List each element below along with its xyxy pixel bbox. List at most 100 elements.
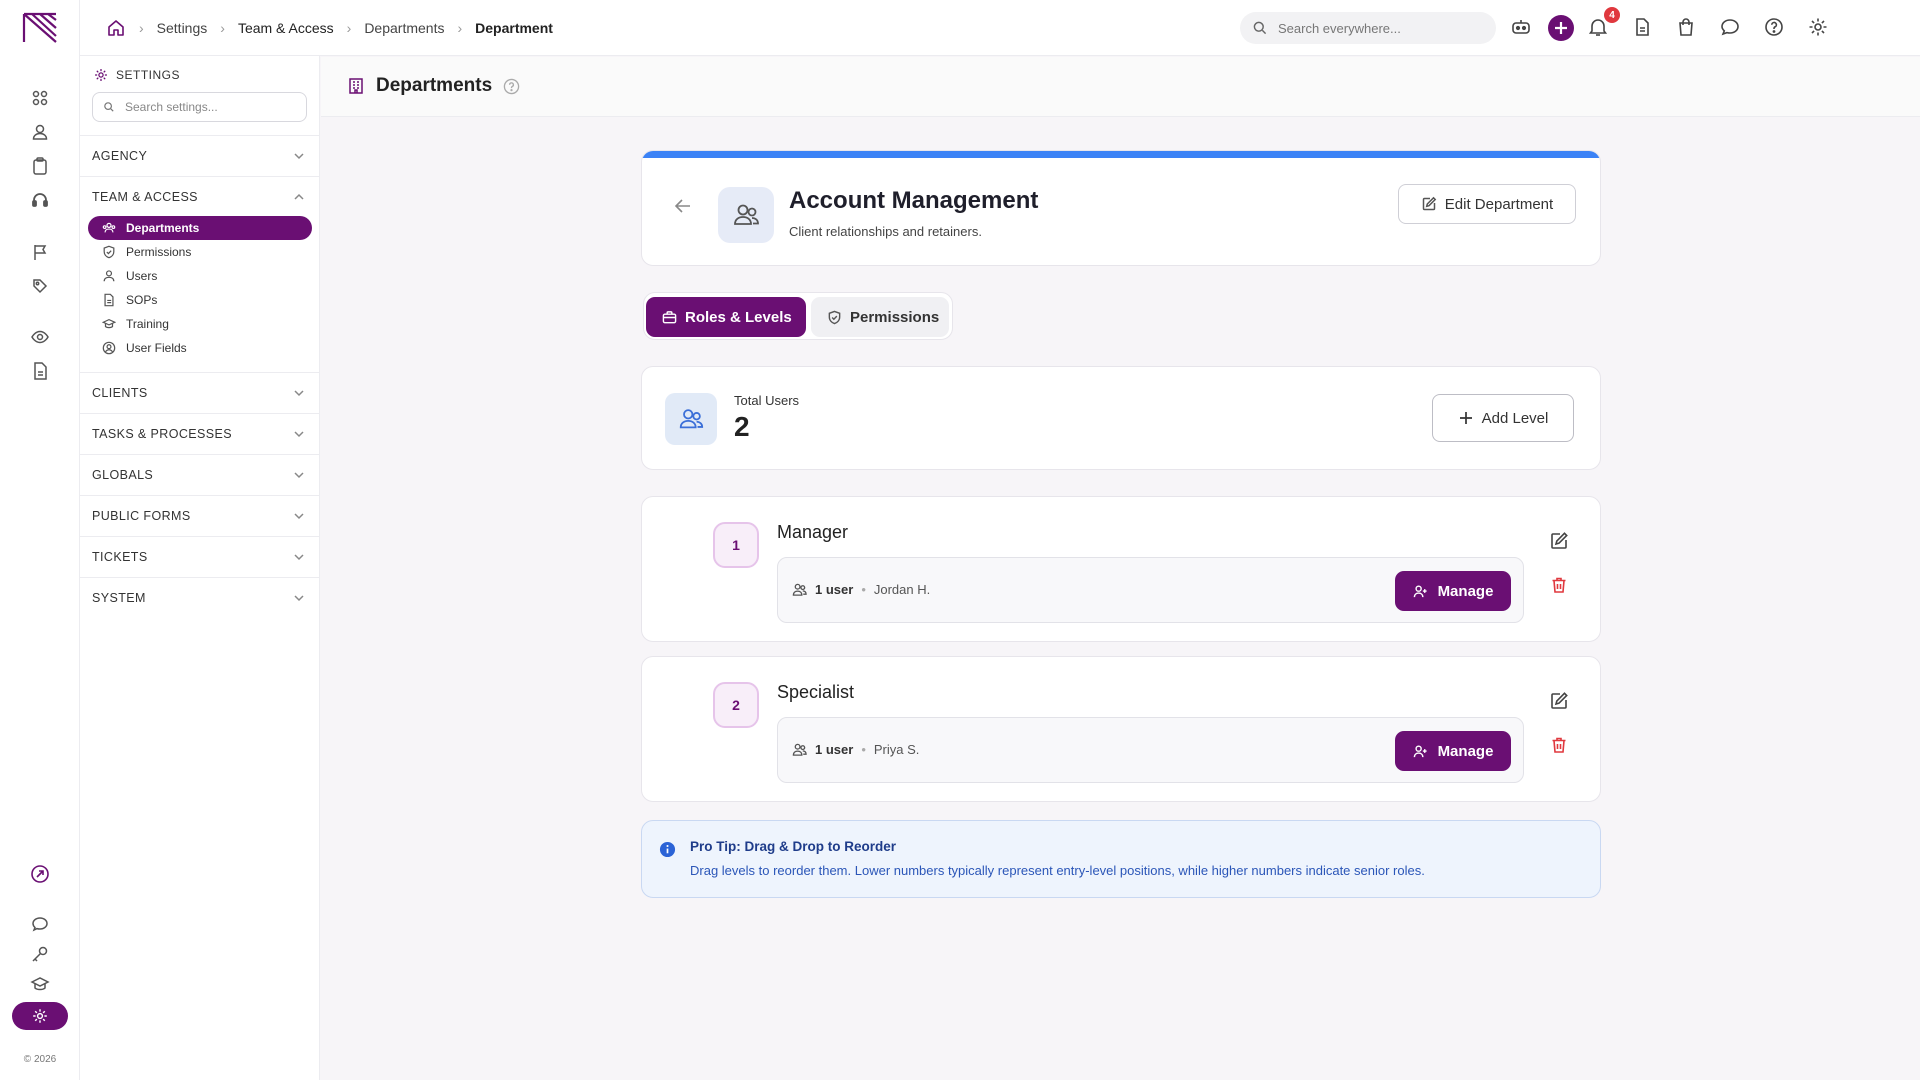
section-system[interactable]: SYSTEM <box>80 577 320 617</box>
users-icon <box>792 583 807 596</box>
settings-rail-button[interactable] <box>12 1002 68 1030</box>
users-icon <box>734 204 759 225</box>
breadcrumb-departments[interactable]: Departments <box>364 20 444 36</box>
breadcrumb: › Settings › Team & Access › Departments… <box>106 0 553 56</box>
total-users-value: 2 <box>734 411 750 442</box>
key-icon[interactable] <box>30 944 50 964</box>
section-label: TEAM & ACCESS <box>92 189 198 204</box>
flag-icon[interactable] <box>30 242 50 262</box>
section-team-access[interactable]: TEAM & ACCESS <box>80 176 320 216</box>
dashboard-icon[interactable] <box>30 88 50 108</box>
level-card[interactable]: 2 Specialist 1 user • Priya S. Manage <box>641 656 1601 802</box>
department-avatar <box>718 187 774 243</box>
edit-icon[interactable] <box>1549 531 1569 551</box>
add-level-label: Add Level <box>1481 409 1549 427</box>
copyright: © 2026 <box>23 1054 57 1065</box>
graduation-cap-icon <box>102 318 116 329</box>
home-icon[interactable] <box>106 18 126 38</box>
sidebar-item-users[interactable]: Users <box>88 264 312 288</box>
manage-label: Manage <box>1437 582 1494 600</box>
section-label: GLOBALS <box>92 467 154 482</box>
gear-icon <box>95 69 107 81</box>
sidebar-item-user-fields[interactable]: User Fields <box>88 336 312 360</box>
rocket-icon[interactable] <box>30 864 50 884</box>
chevron-right-icon: › <box>139 20 144 36</box>
level-name: Specialist <box>777 682 855 702</box>
chevron-down-icon <box>294 153 304 160</box>
settings-search-input[interactable]: Search settings... <box>92 92 307 122</box>
sidebar-item-departments[interactable]: Departments <box>88 216 312 240</box>
file-icon[interactable] <box>1631 16 1653 38</box>
pro-tip-body: Drag levels to reorder them. Lower numbe… <box>690 863 1425 878</box>
headset-icon[interactable] <box>30 190 50 210</box>
users-icon <box>679 409 704 429</box>
trash-icon[interactable] <box>1549 735 1569 755</box>
tab-permissions[interactable]: Permissions <box>811 297 949 337</box>
graduation-icon[interactable] <box>30 974 50 994</box>
sidebar-item-training[interactable]: Training <box>88 312 312 336</box>
notification-badge: 4 <box>1604 7 1620 23</box>
tab-roles-levels[interactable]: Roles & Levels <box>646 297 806 337</box>
chevron-up-icon <box>294 193 304 200</box>
breadcrumb-team-access[interactable]: Team & Access <box>238 20 334 36</box>
shopping-bag-icon[interactable] <box>1675 16 1697 38</box>
level-card[interactable]: 1 Manager 1 user • Jordan H. Manage <box>641 496 1601 642</box>
plus-icon <box>1459 412 1472 424</box>
chevron-right-icon: › <box>220 20 225 36</box>
manage-users-button[interactable]: Manage <box>1395 571 1511 611</box>
search-icon <box>104 102 114 112</box>
chevron-down-icon <box>294 390 304 397</box>
section-tasks-processes[interactable]: TASKS & PROCESSES <box>80 413 320 453</box>
section-globals[interactable]: GLOBALS <box>80 454 320 494</box>
global-search-input[interactable]: Search everywhere... <box>1240 12 1496 44</box>
edit-department-button[interactable]: Edit Department <box>1398 184 1576 224</box>
section-clients[interactable]: CLIENTS <box>80 372 320 412</box>
sidebar-item-label: Departments <box>126 221 200 235</box>
user-icon[interactable] <box>30 122 50 142</box>
sidebar-item-sops[interactable]: SOPs <box>88 288 312 312</box>
pro-tip-title: Pro Tip: Drag & Drop to Reorder <box>690 839 897 854</box>
settings-icon[interactable] <box>1807 16 1829 38</box>
section-label: CLIENTS <box>92 385 148 400</box>
section-label: AGENCY <box>92 148 148 163</box>
app-logo[interactable] <box>22 12 58 44</box>
level-name: Manager <box>777 522 849 542</box>
tags-icon[interactable] <box>30 276 50 296</box>
edit-icon[interactable] <box>1549 691 1569 711</box>
search-placeholder: Search everywhere... <box>1278 20 1401 36</box>
help-icon[interactable] <box>1763 16 1785 38</box>
breadcrumb-settings[interactable]: Settings <box>157 20 208 36</box>
chevron-right-icon: › <box>346 20 352 36</box>
info-icon <box>659 841 676 858</box>
search-icon <box>1253 21 1267 35</box>
shield-check-icon <box>828 310 841 324</box>
file-text-icon <box>104 293 114 307</box>
section-public-forms[interactable]: PUBLIC FORMS <box>80 495 320 535</box>
breadcrumb-current: Department <box>475 20 553 36</box>
robot-icon[interactable] <box>1510 16 1532 38</box>
section-agency[interactable]: AGENCY <box>80 135 320 175</box>
create-button[interactable] <box>1548 15 1574 41</box>
section-label: PUBLIC FORMS <box>92 508 191 523</box>
add-level-button[interactable]: Add Level <box>1432 394 1574 442</box>
message-icon[interactable] <box>1719 16 1741 38</box>
tab-label: Roles & Levels <box>685 308 792 326</box>
help-circle-icon[interactable] <box>503 78 520 95</box>
clipboard-icon[interactable] <box>30 156 50 176</box>
chevron-down-icon <box>294 431 304 438</box>
section-tickets[interactable]: TICKETS <box>80 536 320 576</box>
chevron-down-icon <box>294 554 304 561</box>
trash-icon[interactable] <box>1549 575 1569 595</box>
user-plus-icon <box>1413 584 1427 597</box>
level-users-panel: 1 user • Jordan H. Manage <box>777 557 1524 623</box>
top-bar: › Settings › Team & Access › Departments… <box>80 0 1920 56</box>
user-plus-icon <box>1413 744 1427 757</box>
manage-users-button[interactable]: Manage <box>1395 731 1511 771</box>
arrow-left-icon[interactable] <box>672 195 694 217</box>
chat-icon[interactable] <box>30 914 50 934</box>
document-icon[interactable] <box>30 361 50 381</box>
department-description: Client relationships and retainers. <box>789 224 982 239</box>
eye-icon[interactable] <box>30 327 50 347</box>
section-label: TICKETS <box>92 549 148 564</box>
sidebar-item-permissions[interactable]: Permissions <box>88 240 312 264</box>
